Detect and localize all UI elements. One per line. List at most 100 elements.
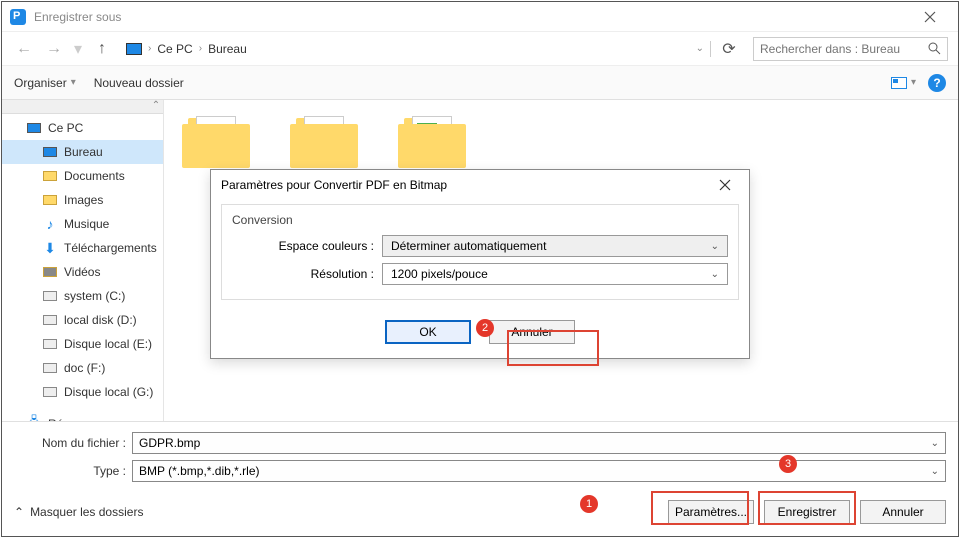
search-icon[interactable] (928, 42, 941, 55)
tree-label: doc (F:) (64, 361, 105, 375)
drive-icon (43, 363, 57, 373)
tree-documents[interactable]: Documents (2, 164, 163, 188)
tree-localdisk-d[interactable]: local disk (D:) (2, 308, 163, 332)
drive-icon (43, 315, 57, 325)
tree-doc-f[interactable]: doc (F:) (2, 356, 163, 380)
params-button[interactable]: Paramètres... (668, 500, 754, 524)
search-input[interactable] (760, 42, 928, 56)
dialog-cancel-button[interactable]: Annuler (489, 320, 575, 344)
chevron-down-icon[interactable]: ⌄ (931, 438, 939, 449)
tree-label: Disque local (G:) (64, 385, 153, 399)
new-folder-button[interactable]: Nouveau dossier (94, 76, 184, 90)
filename-label: Nom du fichier : (14, 436, 132, 450)
folder-tree: Ce PC Bureau Documents Images ♪ Musique ⬇… (2, 100, 163, 421)
filetype-value: BMP (*.bmp,*.dib,*.rle) (139, 464, 260, 478)
resolution-select[interactable]: 1200 pixels/pouce ⌄ (382, 263, 728, 285)
params-label: Paramètres... (675, 505, 747, 519)
organize-menu[interactable]: Organiser ▾ (14, 76, 76, 90)
conversion-group: Conversion Espace couleurs : Déterminer … (221, 204, 739, 300)
tree-label: Vidéos (64, 265, 100, 279)
view-menu[interactable]: ▾ (891, 77, 916, 89)
window-title: Enregistrer sous (34, 10, 910, 24)
filetype-label: Type : (14, 464, 132, 478)
folder-item[interactable] (182, 112, 250, 168)
save-label: Enregistrer (778, 505, 837, 519)
filetype-select[interactable]: BMP (*.bmp,*.dib,*.rle) ⌄ (132, 460, 946, 482)
tree-videos[interactable]: Vidéos (2, 260, 163, 284)
settings-dialog: Paramètres pour Convertir PDF en Bitmap … (210, 169, 750, 359)
forward-button[interactable]: → (42, 37, 66, 61)
toolbar: Organiser ▾ Nouveau dossier ▾ ? (2, 66, 958, 100)
hide-folders-label: Masquer les dossiers (30, 505, 143, 519)
new-folder-label: Nouveau dossier (94, 76, 184, 90)
tree-label: local disk (D:) (64, 313, 137, 327)
colorspace-value: Déterminer automatiquement (391, 239, 546, 253)
desktop-icon (43, 147, 57, 157)
sidebar-scroll[interactable]: ⌃ (2, 100, 163, 114)
chevron-down-icon: ▾ (71, 77, 76, 88)
save-panel: Nom du fichier : GDPR.bmp ⌄ Type : BMP (… (2, 421, 958, 536)
tree-label: Bureau (64, 145, 103, 159)
tree-cepc[interactable]: Ce PC (2, 116, 163, 140)
sidebar: ⌃ Ce PC Bureau Documents Images ♪ Musique… (2, 100, 164, 421)
chevron-down-icon: ▾ (911, 77, 916, 88)
tree-label: Réseau (48, 417, 89, 421)
music-icon: ♪ (42, 217, 58, 231)
tree-musique[interactable]: ♪ Musique (2, 212, 163, 236)
drive-icon (43, 387, 57, 397)
tree-label: Ce PC (48, 121, 83, 135)
filename-value: GDPR.bmp (139, 436, 200, 450)
view-icon (891, 77, 907, 89)
up-button[interactable]: ↑ (90, 37, 114, 61)
monitor-icon (27, 123, 41, 133)
chevron-up-icon: ⌃ (14, 505, 24, 519)
tree-disque-e[interactable]: Disque local (E:) (2, 332, 163, 356)
close-button[interactable] (910, 3, 950, 31)
chevron-down-icon: ⌄ (711, 241, 719, 252)
folder-icon (43, 195, 57, 205)
tree-label: Musique (64, 217, 109, 231)
cancel-button[interactable]: Annuler (860, 500, 946, 524)
drive-icon (43, 339, 57, 349)
refresh-button[interactable]: ⟳ (717, 37, 741, 61)
folder-item[interactable] (398, 112, 466, 168)
nav-separator: ▾ (74, 39, 82, 59)
tree-label: Images (64, 193, 103, 207)
resolution-value: 1200 pixels/pouce (391, 267, 488, 281)
save-button[interactable]: Enregistrer (764, 500, 850, 524)
tree-system-c[interactable]: system (C:) (2, 284, 163, 308)
tree-images[interactable]: Images (2, 188, 163, 212)
drive-icon (43, 291, 57, 301)
hide-folders-link[interactable]: ⌃ Masquer les dossiers (14, 505, 143, 519)
crumb-bureau[interactable]: Bureau (208, 42, 247, 56)
search-box[interactable] (753, 37, 948, 61)
dialog-titlebar: Paramètres pour Convertir PDF en Bitmap (211, 170, 749, 200)
chevron-down-icon[interactable]: ⌄ (931, 466, 939, 477)
ok-label: OK (419, 325, 436, 339)
back-button[interactable]: ← (12, 37, 36, 61)
tree-reseau[interactable]: 🖧 Réseau (2, 412, 163, 421)
help-button[interactable]: ? (928, 74, 946, 92)
tree-telechargements[interactable]: ⬇Téléchargements (2, 236, 163, 260)
chevron-down-icon[interactable]: ⌄ (696, 43, 704, 54)
colorspace-label: Espace couleurs : (232, 239, 382, 253)
tree-disque-g[interactable]: Disque local (G:) (2, 380, 163, 404)
resolution-label: Résolution : (232, 267, 382, 281)
app-icon (10, 9, 26, 25)
breadcrumb[interactable]: › Ce PC › Bureau ⌄ ⟳ (120, 37, 747, 61)
dialog-close-button[interactable] (711, 173, 739, 197)
colorspace-select[interactable]: Déterminer automatiquement ⌄ (382, 235, 728, 257)
ok-button[interactable]: OK (385, 320, 471, 344)
organize-label: Organiser (14, 76, 67, 90)
tree-bureau[interactable]: Bureau (2, 140, 163, 164)
tree-label: Disque local (E:) (64, 337, 152, 351)
chevron-right-icon: › (199, 43, 202, 54)
folder-item[interactable] (290, 112, 358, 168)
scroll-up-icon[interactable]: ⌃ (149, 100, 163, 113)
filename-input[interactable]: GDPR.bmp ⌄ (132, 432, 946, 454)
tree-label: Documents (64, 169, 125, 183)
network-icon: 🖧 (26, 417, 42, 421)
chevron-right-icon: › (148, 43, 151, 54)
crumb-cepc[interactable]: Ce PC (157, 42, 192, 56)
dialog-cancel-label: Annuler (511, 325, 552, 339)
